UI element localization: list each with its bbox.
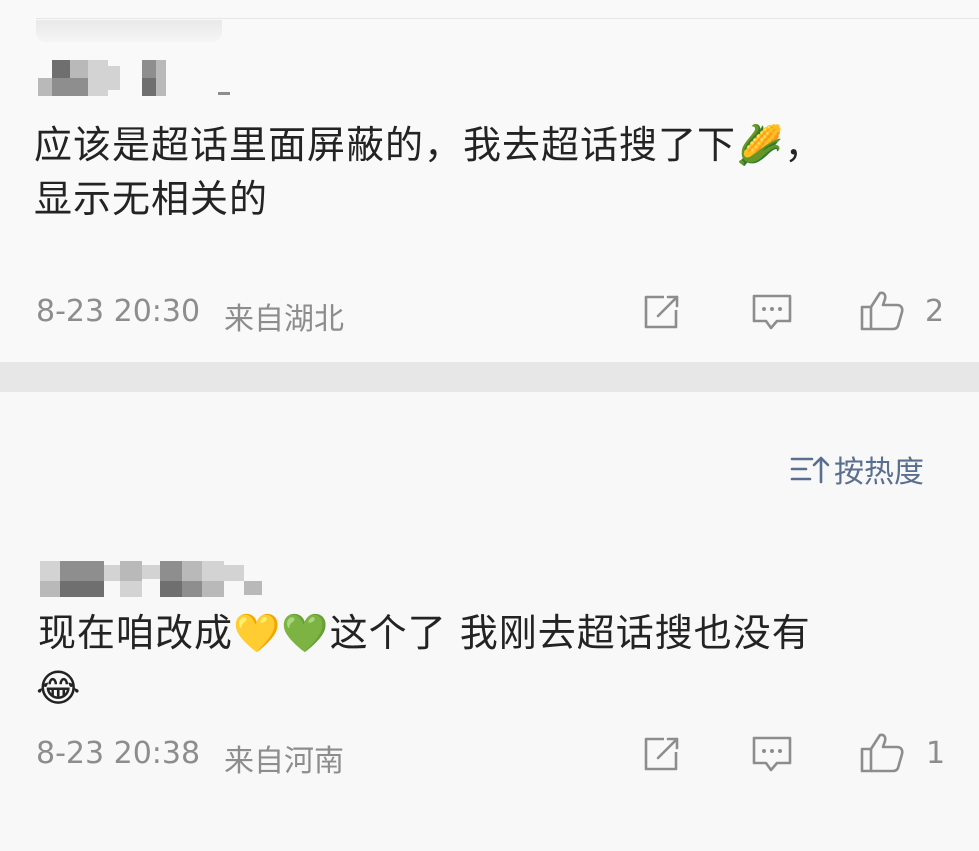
thumbs-up-icon[interactable] bbox=[858, 288, 906, 334]
separator-line bbox=[36, 18, 979, 19]
username-redacted[interactable] bbox=[40, 561, 270, 599]
section-divider bbox=[0, 362, 979, 392]
thumbs-up-icon[interactable] bbox=[858, 730, 906, 776]
comment-icon[interactable] bbox=[750, 292, 794, 334]
like-count: 1 bbox=[926, 736, 946, 771]
sort-icon bbox=[790, 456, 830, 484]
comment-date: 8-23 20:38 bbox=[36, 736, 201, 771]
username-redacted[interactable] bbox=[38, 60, 238, 98]
comment-text-line-1: 现在咱改成💛💚这个了 我刚去超话搜也没有 bbox=[38, 611, 811, 655]
share-icon[interactable] bbox=[640, 734, 682, 774]
comment-date: 8-23 20:30 bbox=[36, 294, 201, 329]
comment-page: 应该是超话里面屏蔽的，我去超话搜了下🌽， 显示无相关的 8-23 20:30 来… bbox=[0, 0, 979, 851]
comment-text-line-2: 显示无相关的 bbox=[34, 177, 269, 221]
comment-location: 来自湖北 bbox=[224, 302, 344, 337]
sort-by-hot-button[interactable]: 按热度 bbox=[790, 451, 924, 490]
comment-icon[interactable] bbox=[750, 734, 794, 776]
like-count: 2 bbox=[925, 294, 945, 329]
comment-card-1: 应该是超话里面屏蔽的，我去超话搜了下🌽， 显示无相关的 8-23 20:30 来… bbox=[0, 0, 979, 362]
comment-text-line-2: 😂 bbox=[36, 666, 82, 710]
previous-item-edge bbox=[36, 20, 222, 42]
comment-location: 来自河南 bbox=[224, 744, 344, 779]
share-icon[interactable] bbox=[640, 292, 682, 332]
comment-text-line-1: 应该是超话里面屏蔽的，我去超话搜了下🌽， bbox=[34, 123, 824, 167]
sort-label: 按热度 bbox=[834, 455, 924, 490]
